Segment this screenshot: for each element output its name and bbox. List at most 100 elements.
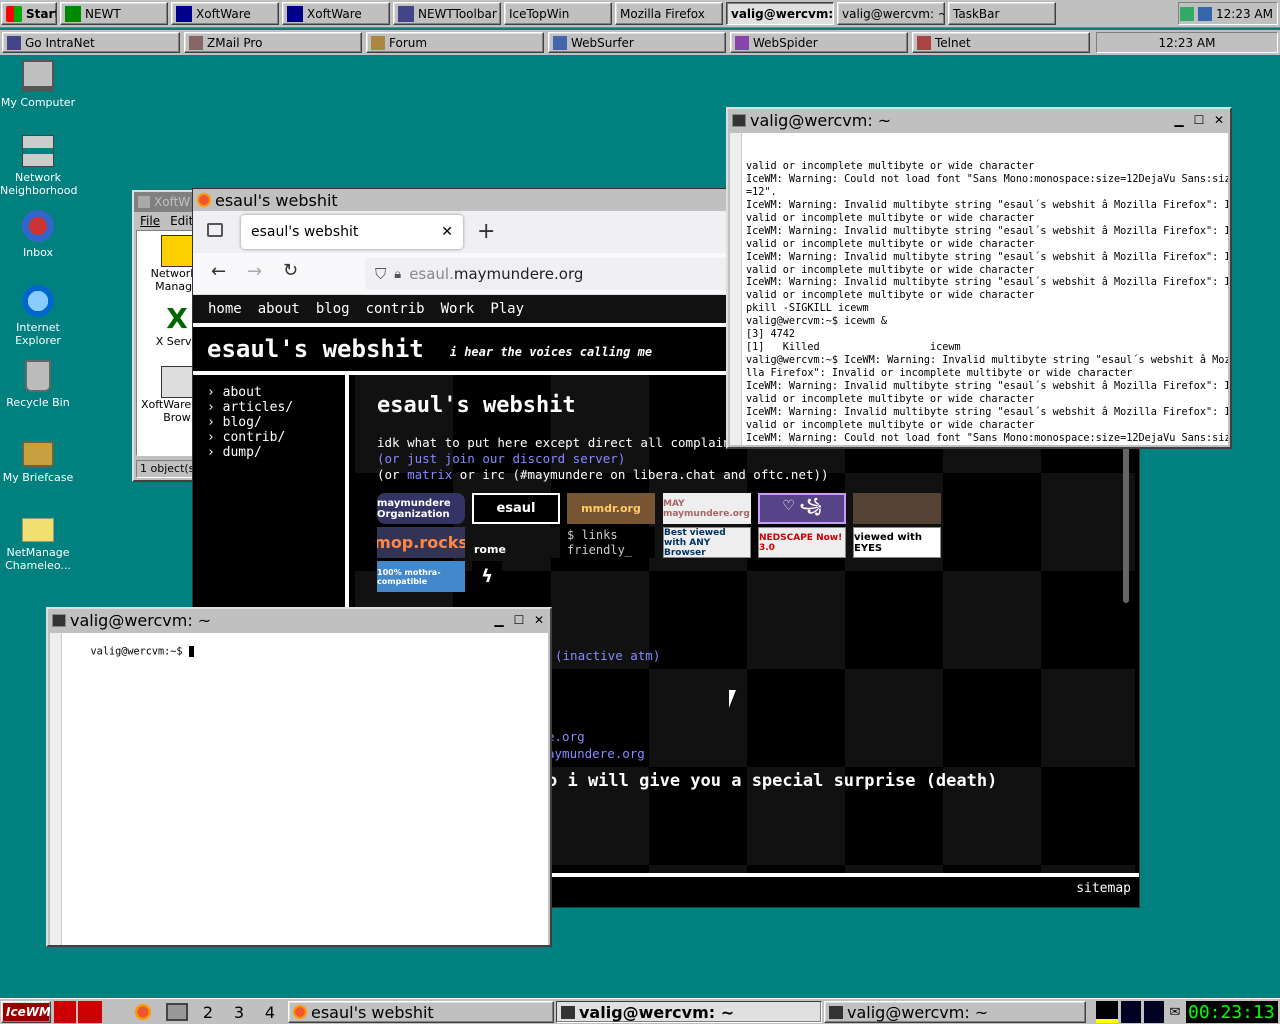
badge-anime-image[interactable] (853, 493, 941, 524)
minimize-icon[interactable]: ▁ (1170, 112, 1188, 128)
task-xoftware-2[interactable]: XoftWare (282, 2, 390, 25)
nav-about[interactable]: about (258, 301, 300, 317)
close-tab-icon[interactable]: ✕ (441, 224, 453, 240)
sidebar-link-contrib[interactable]: › contrib/ (207, 430, 345, 445)
desktop-icon-inbox[interactable]: Inbox (0, 210, 76, 259)
task-label: valig@wercvm: ~ (842, 6, 945, 21)
desktop-icon-network[interactable]: Network Neighborhood (0, 135, 77, 197)
task-newttoolbar[interactable]: NEWTToolbar (393, 2, 501, 25)
back-arrow-icon[interactable]: ← (211, 261, 226, 282)
badge-moprocks[interactable]: mop.rocks (377, 527, 465, 558)
terminal-titlebar[interactable]: valig@wercvm: ~ ▁ ☐ ✕ (728, 109, 1230, 131)
shield-icon[interactable]: ⛉ (375, 265, 386, 283)
reload-icon[interactable]: ↻ (283, 260, 298, 281)
task-terminal-2[interactable]: valig@wercvm: ~ (837, 2, 945, 25)
menu-edit[interactable]: Edit (170, 214, 193, 228)
contact-link-1[interactable]: e.org (547, 729, 585, 744)
task-firefox[interactable]: Mozilla Firefox (615, 2, 723, 25)
desktop-icon-my-computer[interactable]: My Computer (0, 60, 76, 109)
tab-esaul[interactable]: esaul's webshit ✕ (241, 215, 463, 249)
mail-tray-icon[interactable]: ✉ (1166, 1001, 1184, 1023)
desktop-icon-netmanage[interactable]: NetManage Chameleo... (0, 510, 76, 572)
close-icon[interactable]: ✕ (1210, 112, 1228, 128)
badge-maymundere[interactable]: maymundere Organization (377, 493, 465, 524)
bottom-task-firefox[interactable]: esaul's webshit (288, 1001, 554, 1023)
nav-blog[interactable]: blog (316, 301, 350, 317)
sitemap-link[interactable]: sitemap (1076, 881, 1131, 896)
quicklaunch-webspider[interactable]: WebSpider (730, 32, 908, 53)
quicklaunch-go-intranet[interactable]: Go IntraNet (2, 32, 180, 53)
quicklaunch-telnet[interactable]: Telnet (912, 32, 1090, 53)
newt-icon (65, 5, 81, 22)
terminal-output[interactable]: valid or incomplete multibyte or wide ch… (730, 133, 1228, 445)
desktop-icon-internet-explorer[interactable]: Internet Explorer (0, 285, 76, 347)
badge-best-viewed[interactable]: Best viewed with ANY Browser (663, 527, 751, 558)
terminal-line: valid or incomplete multibyte or wide ch… (746, 160, 1035, 172)
network-icon (22, 135, 54, 167)
badge-links-friendly[interactable]: $ links friendly_ (567, 527, 655, 558)
badge-esaul[interactable]: esaul (472, 493, 560, 524)
nav-contrib[interactable]: contrib (366, 301, 425, 317)
badge-bolt[interactable]: ϟ (472, 561, 502, 592)
task-icetopwin[interactable]: IceTopWin (504, 2, 612, 25)
nav-work[interactable]: Work (441, 301, 475, 317)
ql-label: Forum (389, 35, 428, 50)
quicklaunch-forum[interactable]: Forum (366, 32, 544, 53)
close-icon[interactable]: ✕ (530, 612, 548, 628)
discord-link[interactable]: (or just join our discord server) (377, 451, 829, 467)
nav-play[interactable]: Play (490, 301, 524, 317)
internet-explorer-icon (22, 285, 54, 317)
window-list-icon[interactable] (78, 1001, 102, 1023)
quicklaunch-websurfer[interactable]: WebSurfer (548, 32, 726, 53)
minimize-icon[interactable]: ▁ (490, 612, 508, 628)
terminal-line: IceWM: Warning: Invalid multibyte string… (746, 225, 1228, 237)
quicklaunch-clock: 12:23 AM (1096, 32, 1278, 53)
badge-heart[interactable]: ♡ ꧁ (758, 493, 846, 524)
maximize-icon[interactable]: ☐ (510, 612, 528, 628)
terminal-scrollbar[interactable] (50, 633, 62, 945)
quicklaunch-zmail[interactable]: ZMail Pro (184, 32, 362, 53)
badge-nedscape[interactable]: NEDSCAPE Now! 3.0 (758, 527, 846, 558)
xoftware-icon (287, 5, 303, 22)
workspace-4[interactable]: 4 (257, 1001, 283, 1023)
bottom-task-terminal-active[interactable]: valig@wercvm: ~ (556, 1001, 822, 1023)
terminal-titlebar[interactable]: valig@wercvm: ~ ▁ ☐ ✕ (48, 609, 550, 631)
show-desktop-icon[interactable] (54, 1001, 76, 1023)
badge-rome[interactable]: rome (472, 527, 560, 558)
menu-file[interactable]: File (140, 214, 160, 228)
start-button[interactable]: Start (1, 2, 57, 25)
badge-may[interactable]: MAY maymundere.org (663, 493, 751, 524)
workspace-icon[interactable] (162, 1001, 192, 1023)
new-tab-icon[interactable]: + (477, 219, 495, 244)
workspace-2[interactable]: 2 (195, 1001, 221, 1023)
firefox-launcher-icon[interactable] (132, 1001, 154, 1023)
desktop-icon-briefcase[interactable]: My Briefcase (0, 435, 76, 484)
terminal-output[interactable]: valig@wercvm:~$ (50, 633, 548, 945)
terminal-line: IceWM: Warning: Invalid multibyte string… (746, 199, 1228, 211)
bottom-task-terminal[interactable]: valig@wercvm: ~ (824, 1001, 1086, 1023)
task-taskbar[interactable]: TaskBar (948, 2, 1056, 25)
badge-eyes[interactable]: viewed with EYES (853, 527, 941, 558)
task-newt[interactable]: NEWT (60, 2, 168, 25)
nav-home[interactable]: home (208, 301, 242, 317)
badge-mothra[interactable]: 100% mothra-compatible (377, 561, 465, 592)
contact-link-2[interactable]: aymundere.org (547, 746, 645, 761)
tab-overview-icon[interactable] (207, 223, 223, 237)
sidebar-link-dump[interactable]: › dump/ (207, 445, 345, 460)
task-xoftware-1[interactable]: XoftWare (171, 2, 279, 25)
sidebar-link-about[interactable]: › about (207, 385, 345, 400)
terminal-prompt: valig@wercvm:~$ (90, 646, 189, 658)
sidebar-link-blog[interactable]: › blog/ (207, 415, 345, 430)
icewm-menu-button[interactable]: IceWM (1, 1001, 51, 1023)
desktop-icon-recycle-bin[interactable]: Recycle Bin (0, 360, 76, 409)
badge-mmdr[interactable]: mmdr.org (567, 493, 655, 524)
workspace-3[interactable]: 3 (226, 1001, 252, 1023)
terminal-scrollbar[interactable] (730, 133, 742, 445)
briefcase-icon (22, 441, 54, 467)
task-terminal-1[interactable]: valig@wercvm: ~ (726, 2, 834, 25)
forward-arrow-icon[interactable]: → (247, 261, 262, 282)
lock-icon[interactable]: 🔒︎ (394, 267, 401, 282)
maximize-icon[interactable]: ☐ (1190, 112, 1208, 128)
sidebar-link-articles[interactable]: › articles/ (207, 400, 345, 415)
matrix-link[interactable]: matrix (407, 467, 452, 482)
